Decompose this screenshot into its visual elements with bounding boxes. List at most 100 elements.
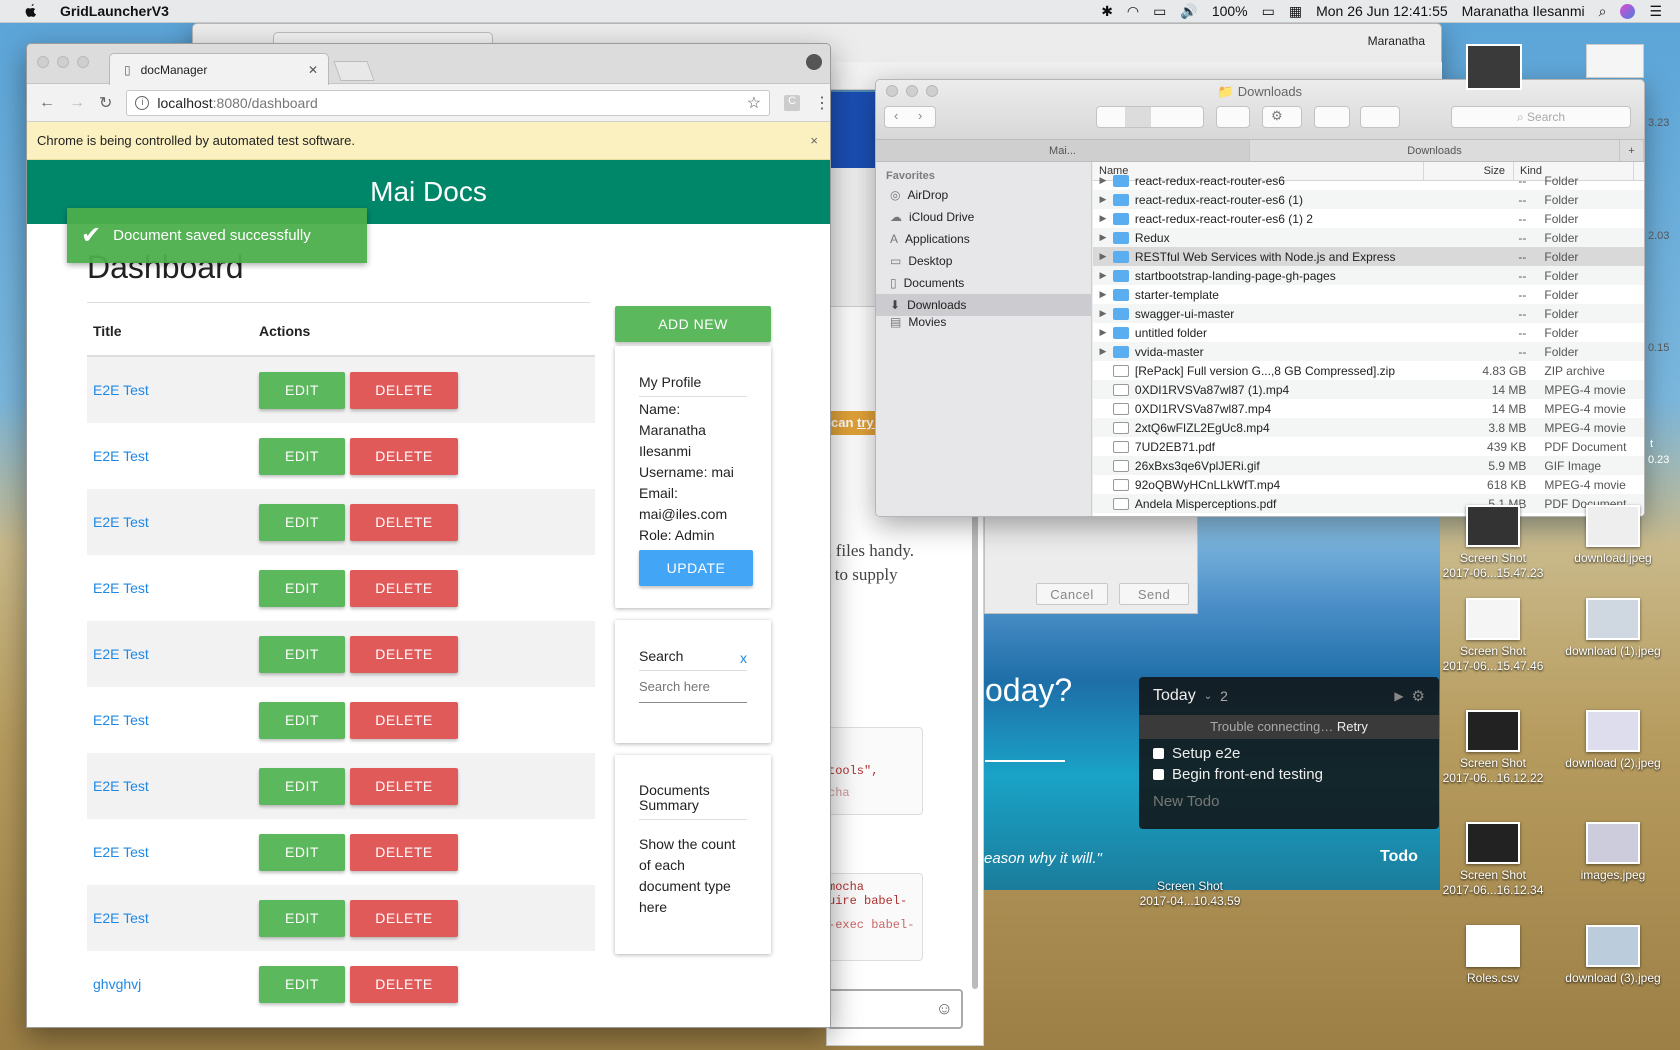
- action-gear-button[interactable]: ⚙: [1262, 106, 1302, 128]
- delete-button[interactable]: DELETE: [350, 965, 458, 1003]
- notification-center-icon[interactable]: ☰: [1649, 3, 1662, 20]
- document-title-link[interactable]: E2E Test: [93, 844, 149, 860]
- tags-button[interactable]: [1360, 106, 1400, 128]
- tab-docmanager[interactable]: ▯ docManager ✕: [109, 53, 329, 85]
- tab-close-icon[interactable]: ✕: [308, 63, 318, 77]
- message-input[interactable]: ☺: [827, 989, 963, 1029]
- document-title-link[interactable]: E2E Test: [93, 448, 149, 464]
- desktop-file-icon[interactable]: Screen Shot 2017-06...16.12.34: [1438, 822, 1548, 898]
- edit-button[interactable]: EDIT: [259, 701, 345, 739]
- delete-button[interactable]: DELETE: [350, 503, 458, 541]
- battery-icon[interactable]: ▭: [1262, 3, 1275, 20]
- sidebar-item-airdrop[interactable]: ◎ AirDrop: [876, 184, 1091, 206]
- bluetooth-icon[interactable]: ✱: [1101, 3, 1113, 20]
- play-icon[interactable]: ▶: [1394, 689, 1403, 703]
- sidebar-item-downloads[interactable]: ⬇ Downloads: [876, 294, 1091, 316]
- desktop-thumb-top-1[interactable]: [1466, 44, 1522, 90]
- retry-link[interactable]: Retry: [1337, 719, 1368, 734]
- document-title-link[interactable]: E2E Test: [93, 382, 149, 398]
- todo-item[interactable]: Setup e2e: [1139, 739, 1439, 762]
- siri-icon[interactable]: [1620, 3, 1636, 19]
- desktop-file-icon[interactable]: download.jpeg: [1558, 505, 1668, 566]
- sidebar-item-movies[interactable]: ▤ Movies: [876, 316, 1091, 328]
- disclosure-triangle-icon[interactable]: ▶: [1093, 251, 1113, 262]
- battery-percent[interactable]: 100%: [1212, 3, 1248, 19]
- back-forward-buttons[interactable]: ‹ ›: [884, 106, 936, 128]
- address-bar[interactable]: i localhost:8080/dashboard ☆: [126, 89, 771, 116]
- file-row[interactable]: ▶ untitled folder -- Folder: [1093, 323, 1644, 342]
- reload-icon[interactable]: ↻: [99, 93, 112, 113]
- edit-button[interactable]: EDIT: [259, 965, 345, 1003]
- desktop-file-icon[interactable]: Screen Shot 2017-06...15.47.23: [1438, 505, 1548, 581]
- file-row[interactable]: ▶ startbootstrap-landing-page-gh-pages -…: [1093, 266, 1644, 285]
- minimize-button[interactable]: [57, 56, 69, 68]
- volume-icon[interactable]: 🔊: [1180, 3, 1197, 20]
- disclosure-triangle-icon[interactable]: ▶: [1093, 175, 1113, 186]
- new-todo-input[interactable]: New Todo: [1139, 783, 1439, 810]
- delete-button[interactable]: DELETE: [350, 767, 458, 805]
- desktop-file-icon[interactable]: download (3).jpeg: [1558, 925, 1668, 986]
- user-name[interactable]: Maranatha Ilesanmi: [1462, 3, 1585, 19]
- edit-button[interactable]: EDIT: [259, 437, 345, 475]
- desktop-file-icon[interactable]: Screen Shot 2017-06...15.47.46: [1438, 598, 1548, 674]
- desktop-file-icon[interactable]: download (1).jpeg: [1558, 598, 1668, 659]
- delete-button[interactable]: DELETE: [350, 833, 458, 871]
- file-row[interactable]: 26xBxs3qe6VplJERi.gif 5.9 MB GIF Image: [1093, 456, 1644, 475]
- file-row[interactable]: ▶ starter-template -- Folder: [1093, 285, 1644, 304]
- search-clear-icon[interactable]: x: [740, 650, 747, 666]
- file-row[interactable]: 92oQBWyHCnLLkWfT.mp4 618 KB MPEG-4 movie: [1093, 475, 1644, 494]
- edit-button[interactable]: EDIT: [259, 503, 345, 541]
- document-title-link[interactable]: E2E Test: [93, 712, 149, 728]
- apple-icon[interactable]: [20, 3, 42, 19]
- todo-title[interactable]: Today: [1153, 687, 1196, 705]
- edit-button[interactable]: EDIT: [259, 833, 345, 871]
- close-button[interactable]: [37, 56, 49, 68]
- edit-button[interactable]: EDIT: [259, 635, 345, 673]
- desktop-file-icon[interactable]: Screen Shot 2017-06...16.12.22: [1438, 710, 1548, 786]
- cancel-button[interactable]: Cancel: [1036, 583, 1108, 605]
- desktop-file-icon[interactable]: Roles.csv: [1438, 925, 1548, 986]
- disclosure-triangle-icon[interactable]: ▶: [1093, 327, 1113, 338]
- delete-button[interactable]: DELETE: [350, 437, 458, 475]
- disclosure-triangle-icon[interactable]: ▶: [1093, 289, 1113, 300]
- list-view-icon[interactable]: [1125, 107, 1151, 127]
- file-row[interactable]: 2xtQ6wFIZL2EgUc8.mp4 3.8 MB MPEG-4 movie: [1093, 418, 1644, 437]
- airplay-icon[interactable]: ▭: [1153, 3, 1166, 20]
- document-title-link[interactable]: E2E Test: [93, 646, 149, 662]
- file-row[interactable]: 0XDI1RVSVa87wl87.mp4 14 MB MPEG-4 movie: [1093, 399, 1644, 418]
- add-new-button[interactable]: ADD NEW: [615, 306, 771, 342]
- app-menu-name[interactable]: GridLauncherV3: [60, 3, 169, 19]
- delete-button[interactable]: DELETE: [350, 899, 458, 937]
- edit-button[interactable]: EDIT: [259, 371, 345, 409]
- edit-button[interactable]: EDIT: [259, 767, 345, 805]
- send-button[interactable]: Send: [1119, 583, 1189, 605]
- disclosure-triangle-icon[interactable]: ▶: [1093, 308, 1113, 319]
- disclosure-triangle-icon[interactable]: ▶: [1093, 232, 1113, 243]
- document-title-link[interactable]: E2E Test: [93, 514, 149, 530]
- delete-button[interactable]: DELETE: [350, 371, 458, 409]
- bookmark-star-icon[interactable]: ☆: [747, 93, 761, 113]
- todo-item[interactable]: Begin front-end testing: [1139, 762, 1439, 783]
- extension-icon[interactable]: C: [784, 94, 800, 111]
- arrange-button[interactable]: [1216, 106, 1250, 128]
- document-title-link[interactable]: E2E Test: [93, 910, 149, 926]
- new-tab-button[interactable]: [333, 61, 375, 81]
- desktop-file-icon[interactable]: Screen Shot 2017-04...10.43.59: [1135, 879, 1245, 909]
- checkbox[interactable]: [1153, 748, 1164, 759]
- file-row[interactable]: ▶ vvida-master -- Folder: [1093, 342, 1644, 361]
- desktop-thumb-top-2[interactable]: [1586, 44, 1644, 78]
- emoji-icon[interactable]: ☺: [936, 999, 953, 1019]
- zoom-button[interactable]: [77, 56, 89, 68]
- forward-icon[interactable]: ›: [918, 108, 922, 123]
- profile-icon[interactable]: [806, 54, 822, 70]
- update-profile-button[interactable]: UPDATE: [639, 550, 753, 586]
- file-row[interactable]: 7UD2EB71.pdf 439 KB PDF Document: [1093, 437, 1644, 456]
- document-title-link[interactable]: ghvghvj: [93, 976, 141, 992]
- search-input[interactable]: [639, 671, 747, 703]
- file-row[interactable]: ▶ RESTful Web Services with Node.js and …: [1093, 247, 1644, 266]
- delete-button[interactable]: DELETE: [350, 569, 458, 607]
- desktop-file-icon[interactable]: images.jpeg: [1558, 822, 1668, 883]
- todo-brand[interactable]: Todo: [1380, 848, 1418, 866]
- delete-button[interactable]: DELETE: [350, 701, 458, 739]
- disclosure-triangle-icon[interactable]: ▶: [1093, 194, 1113, 205]
